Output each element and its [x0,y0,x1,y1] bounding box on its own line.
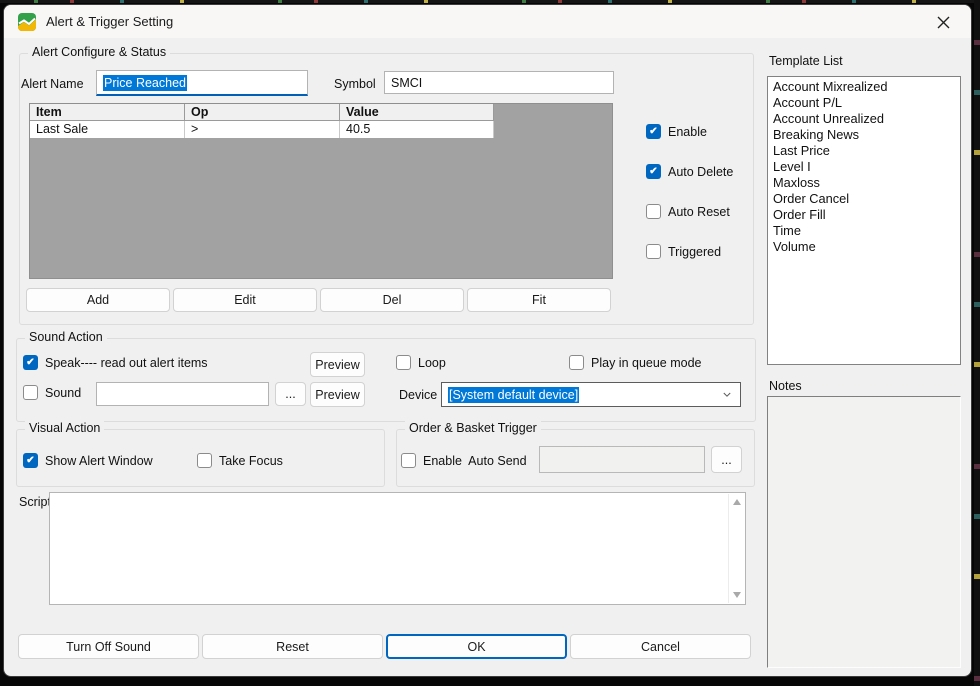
scroll-down-icon[interactable] [733,592,741,598]
alert-name-input[interactable]: Price Reached [96,70,308,96]
checkbox-label: Triggered [668,245,721,259]
edit-button[interactable]: Edit [173,288,317,312]
take-focus-checkbox[interactable]: Take Focus [197,453,283,468]
checkbox-unchecked-icon [401,453,416,468]
list-item[interactable]: Level I [768,159,960,175]
checkbox-checked-icon: ✔ [646,164,661,179]
checkbox-label: Play in queue mode [591,356,702,370]
list-item[interactable]: Last Price [768,143,960,159]
script-label: Script [19,494,51,510]
list-item[interactable]: Account P/L [768,95,960,111]
checkbox-label: Auto Delete [668,165,733,179]
checkbox-label: Enable Auto Send [423,454,527,468]
enable-checkbox[interactable]: ✔ Enable [646,124,707,139]
column-header-op[interactable]: Op [185,104,340,121]
script-scrollbar[interactable] [728,494,744,603]
group-title: Visual Action [25,421,104,435]
alert-trigger-dialog: Alert & Trigger Setting Alert Configure … [3,4,972,677]
notes-box[interactable] [767,396,961,668]
del-button[interactable]: Del [320,288,464,312]
triggered-checkbox[interactable]: Triggered [646,244,721,259]
sound-file-input[interactable] [96,382,269,406]
cell-item: Last Sale [30,121,185,138]
cell-value: 40.5 [340,121,494,138]
ok-button[interactable]: OK [386,634,567,659]
checkbox-checked-icon: ✔ [23,355,38,370]
table-header-row: Item Op Value [30,104,612,121]
show-alert-window-checkbox[interactable]: ✔ Show Alert Window [23,453,153,468]
checkbox-label: Speak---- read out alert items [45,356,208,370]
list-item[interactable]: Order Fill [768,207,960,223]
group-title: Sound Action [25,330,107,344]
fit-button[interactable]: Fit [467,288,611,312]
template-list-label: Template List [769,53,843,69]
checkbox-unchecked-icon [646,244,661,259]
sound-checkbox[interactable]: Sound [23,385,81,400]
list-item[interactable]: Maxloss [768,175,960,191]
checkbox-unchecked-icon [569,355,584,370]
list-item[interactable]: Account Mixrealized [768,79,960,95]
column-header-value[interactable]: Value [340,104,494,121]
sound-action-group: Sound Action [16,338,756,422]
list-item[interactable]: Order Cancel [768,191,960,207]
checkbox-label: Show Alert Window [45,454,153,468]
conditions-table[interactable]: Item Op Value Last Sale > 40.5 [29,103,613,279]
background-artifacts-right [974,0,980,686]
basket-input[interactable] [539,446,705,473]
group-title: Alert Configure & Status [28,45,170,59]
checkbox-unchecked-icon [646,204,661,219]
symbol-label: Symbol [334,76,376,92]
checkbox-label: Loop [418,356,446,370]
checkbox-label: Sound [45,386,81,400]
notes-label: Notes [769,378,802,394]
sound-preview-button[interactable]: Preview [310,382,365,407]
auto-delete-checkbox[interactable]: ✔ Auto Delete [646,164,733,179]
checkbox-unchecked-icon [23,385,38,400]
basket-browse-button[interactable]: ... [711,446,742,473]
list-item[interactable]: Volume [768,239,960,255]
checkbox-unchecked-icon [396,355,411,370]
speak-checkbox[interactable]: ✔ Speak---- read out alert items [23,355,208,370]
scroll-up-icon[interactable] [733,499,741,505]
background-artifacts-top [0,0,980,3]
window-title: Alert & Trigger Setting [46,14,173,29]
close-icon[interactable] [927,11,959,33]
auto-reset-checkbox[interactable]: Auto Reset [646,204,730,219]
symbol-value: SMCI [391,76,422,90]
checkbox-checked-icon: ✔ [646,124,661,139]
reset-button[interactable]: Reset [202,634,383,659]
checkbox-label: Enable [668,125,707,139]
turn-off-sound-button[interactable]: Turn Off Sound [18,634,199,659]
sound-browse-button[interactable]: ... [275,382,306,406]
column-header-item[interactable]: Item [30,104,185,121]
list-item[interactable]: Account Unrealized [768,111,960,127]
checkbox-label: Auto Reset [668,205,730,219]
checkbox-unchecked-icon [197,453,212,468]
cell-op: > [185,121,340,138]
group-title: Order & Basket Trigger [405,421,541,435]
title-bar[interactable]: Alert & Trigger Setting [4,5,971,38]
device-label: Device [399,387,437,403]
cancel-button[interactable]: Cancel [570,634,751,659]
script-textarea[interactable] [49,492,746,605]
device-value: [System default device] [448,387,579,403]
symbol-input[interactable]: SMCI [384,71,614,94]
loop-checkbox[interactable]: Loop [396,355,446,370]
template-list[interactable]: Account Mixrealized Account P/L Account … [767,76,961,365]
app-icon [18,13,36,31]
table-row[interactable]: Last Sale > 40.5 [30,121,612,138]
checkbox-label: Take Focus [219,454,283,468]
chevron-down-icon [723,391,731,399]
add-button[interactable]: Add [26,288,170,312]
speak-preview-button[interactable]: Preview [310,352,365,377]
alert-name-value: Price Reached [103,75,187,91]
play-queue-checkbox[interactable]: Play in queue mode [569,355,702,370]
list-item[interactable]: Time [768,223,960,239]
device-select[interactable]: [System default device] [441,382,741,407]
checkbox-checked-icon: ✔ [23,453,38,468]
alert-name-label: Alert Name [21,76,84,92]
list-item[interactable]: Breaking News [768,127,960,143]
enable-auto-send-checkbox[interactable]: Enable Auto Send [401,453,527,468]
